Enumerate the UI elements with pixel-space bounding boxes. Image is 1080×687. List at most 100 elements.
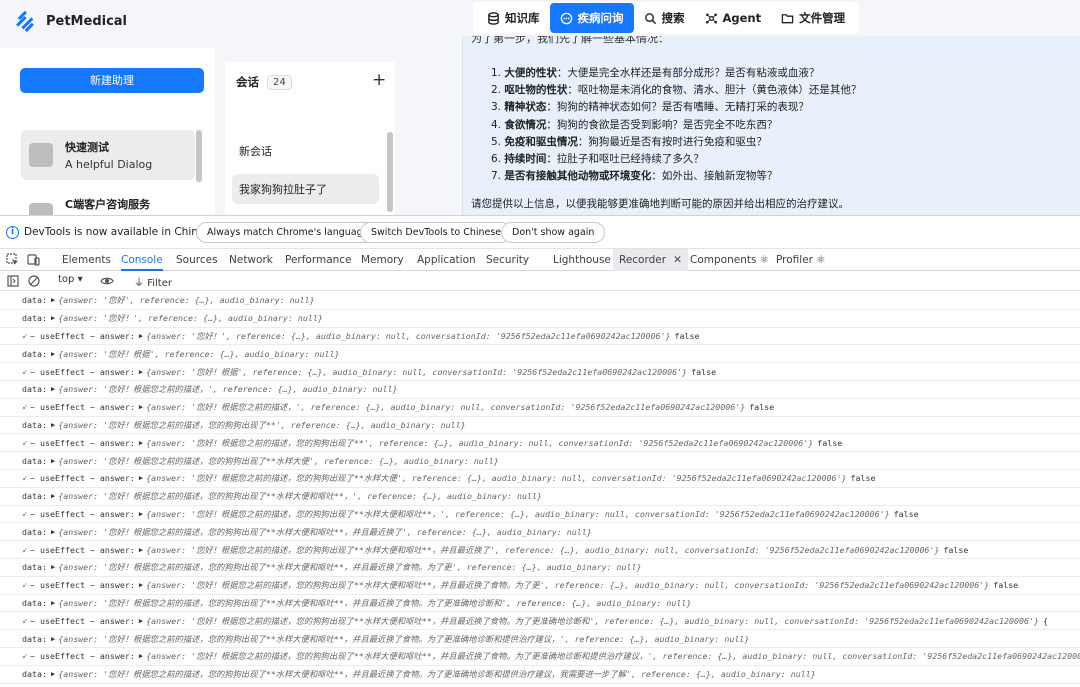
log-object: {answer: '您好！根据您之前的描述，您的狗狗出现了**水样大便和呕吐**…: [146, 544, 940, 555]
sidebar-toggle-icon[interactable]: [7, 275, 19, 287]
nav-tab-agent[interactable]: Agent: [695, 3, 772, 33]
console-log-line[interactable]: data: ▶ {answer: '您好！根据', reference: {…}, …: [0, 345, 1080, 364]
device-toolbar-icon[interactable]: [27, 253, 40, 266]
tab-application[interactable]: Application: [417, 249, 476, 271]
nav-tab-inquiry[interactable]: 疾病问询: [549, 3, 634, 33]
console-log-line[interactable]: data: ▶ {answer: '您好！根据您之前的描述，您的狗狗出现了**水样大…: [0, 595, 1080, 613]
dont-show-button[interactable]: Don't show again: [501, 222, 606, 243]
expand-triangle-icon[interactable]: ▶: [139, 652, 143, 660]
context-select[interactable]: top ▾: [58, 274, 83, 285]
expand-triangle-icon[interactable]: ▶: [139, 617, 143, 625]
expand-triangle-icon[interactable]: ▶: [139, 546, 143, 554]
console-log-line[interactable]: data: ▶ {answer: '您好！根据您之前的描述，您的狗狗出现了**水样大…: [0, 559, 1080, 577]
add-session-icon[interactable]: +: [372, 70, 386, 90]
new-assistant-button[interactable]: 新建助理: [20, 68, 204, 93]
expand-triangle-icon[interactable]: ▶: [51, 635, 55, 643]
console-log-line[interactable]: ➶ ~ useEffect ~ answer: ▶ {answer: '您好！根据',…: [0, 363, 1080, 381]
log-object: {answer: '您好！', reference: {…}, audio_bi…: [146, 330, 671, 341]
expand-triangle-icon[interactable]: ▶: [139, 439, 143, 447]
expand-triangle-icon[interactable]: ▶: [51, 385, 55, 393]
match-language-button[interactable]: Always match Chrome's language: [196, 222, 380, 243]
expand-triangle-icon[interactable]: ▶: [139, 368, 143, 376]
close-icon[interactable]: ✕: [673, 254, 682, 266]
tab-memory[interactable]: Memory: [361, 249, 404, 271]
log-source-icon: ➶: [22, 508, 27, 519]
search-icon: [644, 12, 656, 24]
expand-triangle-icon[interactable]: ▶: [51, 314, 55, 322]
tab-profiler[interactable]: Profiler ⚛: [776, 249, 826, 271]
console-log-line[interactable]: data: ▶ {answer: '您好！根据您之前的描述，您的狗狗出现了**水样大…: [0, 488, 1080, 506]
devtools-tabbar: Elements Console Sources Network Perform…: [0, 249, 1080, 271]
console-log-line[interactable]: ➶ ~ useEffect ~ answer: ▶ {answer: '您好！根据您之…: [0, 648, 1080, 666]
log-object: {answer: '您好！根据您之前的描述，您的狗狗出现了**水样大便和呕吐**…: [58, 526, 592, 537]
expand-triangle-icon[interactable]: ▶: [51, 457, 55, 465]
nav-tab-knowledge[interactable]: 知识库: [477, 3, 550, 33]
eye-icon[interactable]: [100, 275, 114, 287]
console-log-line[interactable]: data: ▶ {answer: '您好！根据您之前的描述，您的狗狗出现了**', …: [0, 417, 1080, 435]
expand-triangle-icon[interactable]: ▶: [51, 599, 55, 607]
log-prefix: data:: [22, 295, 47, 306]
expand-triangle-icon[interactable]: ▶: [139, 403, 143, 411]
log-prefix: data:: [22, 597, 47, 608]
log-prefix: ~ useEffect ~ answer:: [30, 473, 135, 484]
console-log-line[interactable]: data: ▶ {answer: '您好！', reference: {…}, au…: [0, 310, 1080, 328]
expand-triangle-icon[interactable]: ▶: [51, 563, 55, 571]
filter-input[interactable]: ⏚ Filter: [134, 274, 172, 289]
console-log-line[interactable]: data: ▶ {answer: '您好！根据您之前的描述，您的狗狗出现了**水样大…: [0, 666, 1080, 684]
tab-sources[interactable]: Sources: [176, 249, 218, 271]
inspect-icon[interactable]: [6, 253, 19, 266]
console-log-line[interactable]: ➶ ~ useEffect ~ answer: ▶ {answer: '您好！根据您之…: [0, 470, 1080, 488]
session-item[interactable]: 新会话: [232, 136, 379, 166]
expand-triangle-icon[interactable]: ▶: [139, 510, 143, 518]
expand-triangle-icon[interactable]: ▶: [139, 332, 143, 340]
expand-triangle-icon[interactable]: ▶: [139, 581, 143, 589]
expand-triangle-icon[interactable]: ▶: [51, 670, 55, 678]
clear-console-icon[interactable]: [28, 275, 40, 287]
tab-components[interactable]: Components ⚛: [690, 249, 769, 271]
expand-triangle-icon[interactable]: ▶: [51, 296, 55, 304]
expand-triangle-icon[interactable]: ▶: [139, 474, 143, 482]
expand-triangle-icon[interactable]: ▶: [51, 421, 55, 429]
console-log-line[interactable]: data: ▶ {answer: '您好！根据您之前的描述，', reference…: [0, 381, 1080, 399]
console-log-line[interactable]: ➶ ~ useEffect ~ answer: ▶ {answer: '您好！', r…: [0, 328, 1080, 346]
console-log-line[interactable]: ➶ ~ useEffect ~ answer: ▶ {answer: '您好！根据您之…: [0, 434, 1080, 453]
nav-tab-search[interactable]: 搜索: [634, 3, 695, 33]
scrollbar[interactable]: [387, 132, 393, 212]
expand-triangle-icon[interactable]: ▶: [51, 528, 55, 536]
tab-recorder[interactable]: Recorder ✕: [613, 249, 688, 271]
avatar: [29, 203, 53, 215]
logo[interactable]: PetMedical: [12, 8, 127, 34]
log-object: {answer: '您好！根据您之前的描述，您的狗狗出现了**水样大便和呕吐**…: [146, 615, 1039, 626]
chat-text-cut: 为了第一步，我们先了解一些基本情况：: [471, 36, 669, 45]
log-source-icon: ➶: [22, 651, 27, 662]
console-log-line[interactable]: ➶ ~ useEffect ~ answer: ▶ {answer: '您好！根据您之…: [0, 399, 1080, 417]
console-log-line[interactable]: data: ▶ {answer: '您好！根据您之前的描述，您的狗狗出现了**水样大…: [0, 452, 1080, 470]
tab-network[interactable]: Network: [229, 249, 273, 271]
console-log-line[interactable]: ➶ ~ useEffect ~ answer: ▶ {answer: '您好！根据您之…: [0, 541, 1080, 559]
session-item[interactable]: 我家狗狗拉肚子了: [232, 174, 379, 204]
tab-lighthouse[interactable]: Lighthouse: [553, 249, 611, 271]
infobar-text: DevTools is now available in Chinese!: [24, 226, 221, 238]
nav-tab-files[interactable]: 文件管理: [771, 3, 855, 33]
log-object: {answer: '您好！根据您之前的描述，您的狗狗出现了**水样大便和呕吐**…: [146, 508, 890, 519]
expand-triangle-icon[interactable]: ▶: [51, 492, 55, 500]
tab-console[interactable]: Console: [121, 249, 163, 271]
scrollbar[interactable]: [196, 130, 202, 182]
console-log-line[interactable]: data: ▶ {answer: '您好！根据您之前的描述，您的狗狗出现了**水样大…: [0, 523, 1080, 542]
tab-performance[interactable]: Performance: [285, 249, 352, 271]
nav-tab-label: Agent: [722, 11, 762, 25]
assistant-name: C端客户咨询服务: [65, 198, 151, 211]
console-log-line[interactable]: ➶ ~ useEffect ~ answer: ▶ {answer: '您好！根据您之…: [0, 577, 1080, 595]
console-log-line[interactable]: data: ▶ {answer: '您好！根据您之前的描述，您的狗狗出现了**水样大…: [0, 630, 1080, 648]
tab-elements[interactable]: Elements: [62, 249, 111, 271]
expand-triangle-icon[interactable]: ▶: [51, 350, 55, 358]
switch-chinese-button[interactable]: Switch DevTools to Chinese: [360, 222, 513, 243]
assistant-card[interactable]: C端客户咨询服务: [21, 190, 195, 215]
assistant-card[interactable]: 快速测试 A helpful Dialog: [21, 130, 195, 180]
tab-security[interactable]: Security: [486, 249, 529, 271]
console-log-line[interactable]: data: ▶ {answer: '您好', reference: {…}, aud…: [0, 292, 1080, 310]
log-object: {answer: '您好！根据您之前的描述，您的狗狗出现了**水样大便和呕吐**…: [146, 580, 990, 591]
console-log-line[interactable]: ➶ ~ useEffect ~ answer: ▶ {answer: '您好！根据您之…: [0, 506, 1080, 524]
session-title: 会话: [236, 75, 259, 89]
console-log-line[interactable]: ➶ ~ useEffect ~ answer: ▶ {answer: '您好！根据您之…: [0, 612, 1080, 631]
